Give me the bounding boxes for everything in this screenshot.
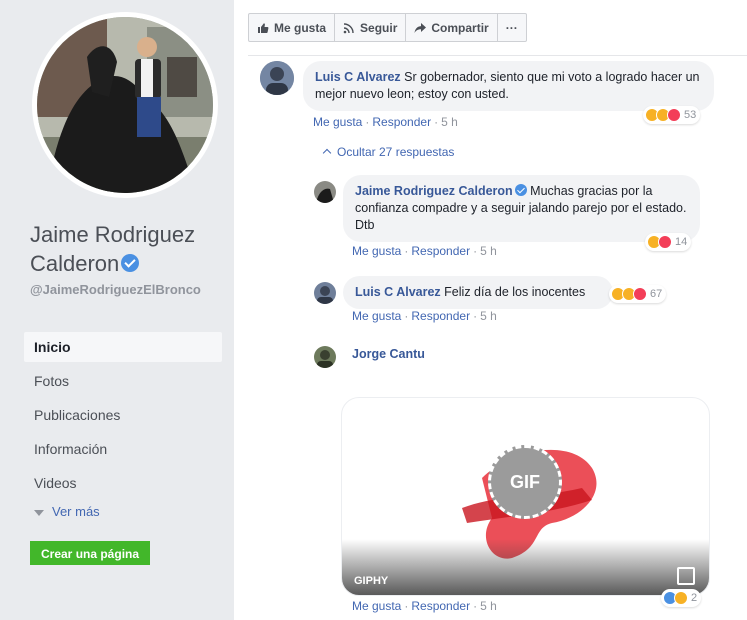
- reply-actions: Me gusta · Responder · 5 h: [352, 244, 497, 258]
- left-sidebar: Jaime Rodriguez Calderon @JaimeRodriguez…: [0, 0, 234, 620]
- reply-bubble: Jaime Rodriguez Calderon Muchas gracias …: [343, 175, 700, 242]
- reactions-badge[interactable]: 14: [645, 233, 692, 251]
- love-reaction-icon: [667, 108, 681, 122]
- reaction-count: 67: [650, 288, 663, 300]
- profile-photo: [37, 17, 213, 193]
- profile-name-text: Jaime Rodriguez Calderon: [30, 222, 196, 276]
- page-action-toolbar: Me gusta Seguir Compartir ···: [248, 13, 527, 42]
- reactions-badge[interactable]: 67: [609, 285, 667, 303]
- hide-replies-label: Ocultar 27 respuestas: [337, 145, 455, 159]
- separator: ·: [404, 599, 409, 613]
- separator: ·: [473, 599, 478, 613]
- comment-author[interactable]: Luis C Alvarez: [315, 70, 401, 84]
- reply-like-link[interactable]: Me gusta: [352, 244, 401, 258]
- share-arrow-icon: [414, 22, 427, 33]
- avatar[interactable]: [260, 61, 294, 95]
- profile-handle[interactable]: @JaimeRodriguezElBronco: [30, 281, 224, 298]
- thumbs-up-icon: [258, 22, 269, 33]
- gif-play-badge[interactable]: GIF: [488, 445, 562, 519]
- separator: ·: [404, 309, 409, 323]
- caret-down-icon: [34, 509, 44, 516]
- share-button[interactable]: Compartir: [406, 13, 498, 42]
- avatar-image: [314, 282, 336, 304]
- reply-time[interactable]: 5 h: [480, 244, 497, 258]
- reaction-count: 2: [691, 592, 698, 604]
- reply-reply-link[interactable]: Responder: [411, 309, 470, 323]
- more-options-button[interactable]: ···: [497, 13, 527, 42]
- reply-like-link[interactable]: Me gusta: [352, 309, 401, 323]
- reply-actions: Me gusta · Responder · 5 h: [352, 309, 497, 323]
- follow-button[interactable]: Seguir: [335, 13, 407, 42]
- avatar[interactable]: [314, 346, 336, 368]
- profile-name[interactable]: Jaime Rodriguez Calderon: [30, 220, 230, 278]
- hide-replies-link[interactable]: Ocultar 27 respuestas: [322, 145, 455, 159]
- comment-bubble: Luis C Alvarez Sr gobernador, siento que…: [303, 61, 714, 111]
- see-more-link[interactable]: Ver más: [34, 504, 100, 519]
- sidebar-item-videos[interactable]: Videos: [24, 468, 222, 498]
- like-page-button[interactable]: Me gusta: [248, 13, 336, 42]
- profile-photo-image: [37, 17, 213, 193]
- more-icon: ···: [505, 20, 518, 35]
- comment-reply-link[interactable]: Responder: [372, 115, 431, 129]
- share-label: Compartir: [431, 20, 489, 35]
- love-reaction-icon: [633, 287, 647, 301]
- reaction-count: 53: [684, 109, 697, 121]
- reactions-badge[interactable]: 53: [643, 106, 701, 124]
- gif-overlay: [342, 539, 709, 595]
- reply-reply-link[interactable]: Responder: [411, 599, 470, 613]
- reply-bubble: Luis C Alvarez Feliz día de los inocente…: [343, 276, 613, 309]
- toolbar-divider: [248, 55, 747, 56]
- reaction-count: 14: [675, 236, 688, 248]
- love-reaction-icon: [658, 235, 672, 249]
- separator: ·: [434, 115, 439, 129]
- avatar[interactable]: [314, 181, 336, 203]
- verified-icon: [514, 184, 527, 196]
- sidebar-item-fotos[interactable]: Fotos: [24, 366, 222, 396]
- reply-author[interactable]: Luis C Alvarez: [355, 285, 441, 299]
- reply-author[interactable]: Jaime Rodriguez Calderon: [355, 184, 513, 198]
- open-external-icon[interactable]: [677, 567, 695, 585]
- sidebar-nav: Inicio Fotos Publicaciones Información V…: [24, 332, 222, 502]
- comment-like-link[interactable]: Me gusta: [313, 115, 362, 129]
- reply-author[interactable]: Jorge Cantu: [352, 347, 425, 361]
- like-page-label: Me gusta: [274, 20, 327, 35]
- avatar[interactable]: [314, 282, 336, 304]
- profile-picture[interactable]: [32, 12, 218, 198]
- create-page-button[interactable]: Crear una página: [30, 541, 151, 565]
- reactions-badge[interactable]: 2: [661, 589, 702, 607]
- rss-icon: [343, 22, 354, 33]
- reply-actions: Me gusta · Responder · 5 h: [352, 599, 497, 613]
- reply-text: Feliz día de los inocentes: [444, 285, 586, 299]
- sidebar-item-informacion[interactable]: Información: [24, 434, 222, 464]
- reply-like-link[interactable]: Me gusta: [352, 599, 401, 613]
- comment-time[interactable]: 5 h: [441, 115, 458, 129]
- sidebar-item-inicio[interactable]: Inicio: [24, 332, 222, 362]
- haha-reaction-icon: [674, 591, 688, 605]
- reply-time[interactable]: 5 h: [480, 599, 497, 613]
- separator: ·: [365, 115, 370, 129]
- separator: ·: [473, 309, 478, 323]
- reply-time[interactable]: 5 h: [480, 309, 497, 323]
- verified-icon: [121, 254, 140, 273]
- reply-reply-link[interactable]: Responder: [411, 244, 470, 258]
- chevron-up-icon: [322, 148, 332, 158]
- avatar-image: [314, 181, 336, 203]
- follow-label: Seguir: [360, 20, 398, 35]
- giphy-label: GIPHY: [354, 575, 389, 587]
- avatar-image: [260, 61, 294, 95]
- separator: ·: [404, 244, 409, 258]
- separator: ·: [473, 244, 478, 258]
- avatar-image: [314, 346, 336, 368]
- sidebar-item-publicaciones[interactable]: Publicaciones: [24, 400, 222, 430]
- see-more-label: Ver más: [52, 504, 100, 519]
- comment-actions: Me gusta · Responder · 5 h: [313, 115, 458, 129]
